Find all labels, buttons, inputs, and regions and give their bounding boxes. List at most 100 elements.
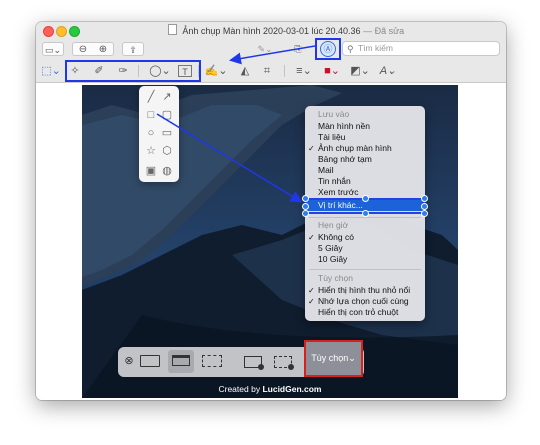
close-window-button[interactable]	[43, 26, 54, 37]
mask-shape-icon[interactable]: ▣	[144, 164, 158, 178]
pen-button[interactable]: ✎⌄	[252, 42, 278, 56]
resize-handle[interactable]	[421, 195, 428, 202]
window-title: Ảnh chụp Màn hình 2020-03-01 lúc 20.40.3…	[156, 24, 416, 36]
rectangle-shape-icon[interactable]: □	[144, 108, 158, 122]
timer-option-5s[interactable]: 5 Giây	[305, 243, 425, 254]
credit-text: Created by LucidGen.com	[82, 384, 458, 394]
star-shape-icon[interactable]: ☆	[144, 144, 158, 158]
record-screen-icon[interactable]	[242, 353, 264, 370]
record-dot-icon	[288, 364, 294, 370]
option-floating-thumbnail[interactable]: ✓ Hiển thị hình thu nhỏ nổi	[305, 285, 425, 296]
capture-window-icon	[172, 355, 190, 366]
markup-highlight-box	[315, 38, 341, 60]
crop-button[interactable]: ⌗	[258, 63, 276, 79]
menu-item-label: Mail	[318, 165, 334, 175]
markup-toolbar: ⬚⌄ ✧ ✐ ✑ ◯⌄ T ✍⌄ ◭ ⌗ ≡⌄ ■⌄ ◩⌄ A⌄	[36, 60, 506, 83]
close-capture-bar-icon[interactable]: ⊗	[122, 353, 136, 370]
resize-handle[interactable]	[302, 195, 309, 202]
record-dot-icon	[258, 364, 264, 370]
preview-window: Ảnh chụp Màn hình 2020-03-01 lúc 20.40.3…	[36, 22, 506, 400]
menu-item-label: Tin nhắn	[318, 176, 351, 186]
shapes-popover: ╱ ↗ □ ▢ ○ ▭ ☆ ⬡ ▣ ◍	[139, 86, 179, 182]
menu-item-label: Màn hình nền	[318, 121, 370, 131]
record-selection-frame	[274, 356, 294, 370]
menu-item-label: Hiển thị con trỏ chuột	[318, 307, 399, 317]
text-style-button[interactable]: A⌄	[376, 63, 400, 79]
fill-color-button[interactable]: ◩⌄	[348, 63, 372, 79]
minimize-window-button[interactable]	[56, 26, 67, 37]
save-to-heading: Lưu vào	[318, 109, 350, 119]
checkmark-icon: ✓	[308, 144, 315, 153]
timer-option-10s[interactable]: 10 Giây	[305, 254, 425, 265]
resize-handle[interactable]	[302, 210, 309, 217]
resize-handle[interactable]	[421, 210, 428, 217]
timer-option-none[interactable]: ✓ Không có	[305, 232, 425, 243]
menu-item-label: Nhớ lựa chọn cuối cùng	[318, 296, 409, 306]
zoom-in-button[interactable]: ⊕	[93, 43, 113, 57]
speech-bubble-shape-icon[interactable]: ▭	[160, 126, 174, 140]
search-icon: ⚲	[347, 44, 354, 54]
menu-item-label: Hiển thị hình thu nhỏ nổi	[318, 285, 411, 295]
resize-handle[interactable]	[362, 195, 369, 202]
line-shape-icon[interactable]: ╱	[144, 90, 158, 104]
selection-tool-button[interactable]: ⬚⌄	[40, 63, 62, 79]
timer-heading: Hẹn giờ	[318, 220, 349, 230]
sidebar-toggle-button[interactable]: ▭⌄	[42, 42, 64, 56]
line-style-button[interactable]: ≡⌄	[292, 63, 316, 79]
capture-selection-icon[interactable]	[202, 355, 222, 367]
checkmark-icon: ✓	[308, 297, 315, 306]
share-button[interactable]: ⇪	[122, 42, 144, 56]
document-icon	[167, 24, 177, 35]
menu-item-label: 5 Giây	[318, 243, 343, 253]
resize-handle[interactable]	[362, 210, 369, 217]
options-heading: Tùy chọn	[318, 273, 353, 283]
option-remember-last-selection[interactable]: ✓ Nhớ lựa chọn cuối cùng	[305, 296, 425, 307]
option-show-mouse-pointer[interactable]: Hiển thị con trỏ chuột	[305, 307, 425, 318]
window-title-text: Ảnh chụp Màn hình 2020-03-01 lúc 20.40.3…	[182, 26, 361, 36]
capture-window-button[interactable]	[168, 350, 194, 373]
oval-shape-icon[interactable]: ○	[144, 126, 158, 140]
checkmark-icon: ✓	[308, 233, 315, 242]
main-toolbar: ▭⌄ ⊖ ⊕ ⇪ ✎⌄ ⎘ Ⓐ ⚲ Tìm kiếm	[36, 38, 506, 60]
save-option-screenshots[interactable]: ✓ Ảnh chụp màn hình	[305, 143, 425, 154]
menu-item-label: Ảnh chụp màn hình	[318, 143, 392, 153]
zoom-window-button[interactable]	[69, 26, 80, 37]
menu-item-label: Bảng nhớ tạm	[318, 154, 372, 164]
save-option-desktop[interactable]: Màn hình nền	[305, 121, 425, 132]
border-color-button[interactable]: ■⌄	[320, 63, 344, 79]
credit-prefix: Created by	[218, 384, 261, 394]
save-option-documents[interactable]: Tài liệu	[305, 132, 425, 143]
zoom-group: ⊖ ⊕	[72, 42, 114, 56]
hexagon-shape-icon[interactable]: ⬡	[160, 144, 174, 158]
edited-status: — Đã sửa	[363, 26, 405, 36]
capture-entire-screen-icon[interactable]	[140, 355, 160, 367]
menu-separator	[309, 269, 421, 270]
capture-options-button[interactable]: Tùy chọn⌄	[304, 340, 363, 377]
record-selection-icon[interactable]	[272, 353, 294, 370]
menu-separator	[309, 217, 421, 218]
zoom-out-button[interactable]: ⊖	[73, 43, 93, 57]
markup-tools-highlight-box	[65, 60, 201, 82]
checkmark-icon: ✓	[308, 286, 315, 295]
save-option-clipboard[interactable]: Bảng nhớ tạm	[305, 154, 425, 165]
arrow-shape-icon[interactable]: ↗	[160, 90, 174, 104]
menu-item-label: 10 Giây	[318, 254, 348, 264]
resize-handle[interactable]	[302, 203, 309, 210]
title-bar: Ảnh chụp Màn hình 2020-03-01 lúc 20.40.3…	[36, 22, 506, 38]
rotate-button[interactable]: ⎘	[288, 42, 308, 56]
menu-item-label: Không có	[318, 232, 354, 242]
menu-item-label: Xem trước	[318, 187, 359, 197]
credit-brand: LucidGen.com	[262, 384, 322, 394]
record-screen-frame	[244, 356, 264, 370]
search-placeholder: Tìm kiếm	[358, 43, 393, 53]
loupe-shape-icon[interactable]: ◍	[160, 164, 174, 178]
adjust-color-button[interactable]: ◭	[236, 63, 254, 79]
search-input[interactable]: ⚲ Tìm kiếm	[342, 41, 500, 56]
sign-button[interactable]: ✍⌄	[204, 63, 228, 79]
toolbar-divider	[284, 65, 285, 77]
save-option-mail[interactable]: Mail	[305, 165, 425, 176]
menu-item-label: Tài liệu	[318, 132, 346, 142]
rounded-rectangle-shape-icon[interactable]: ▢	[160, 108, 174, 122]
resize-handle[interactable]	[421, 203, 428, 210]
save-option-messages[interactable]: Tin nhắn	[305, 176, 425, 187]
